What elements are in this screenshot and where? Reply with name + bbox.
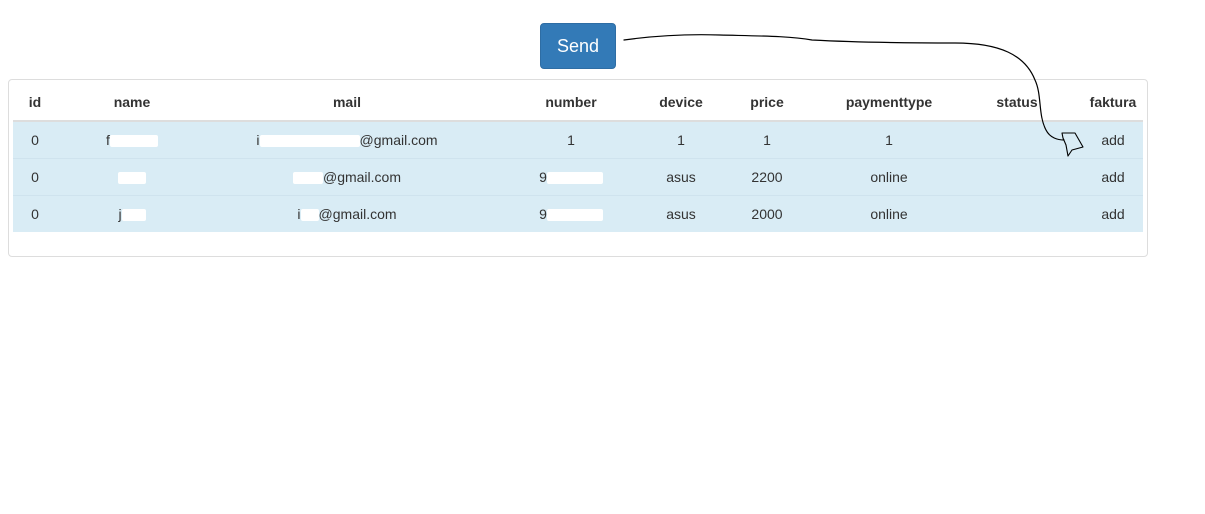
table-header-row: id name mail number device price payment… bbox=[13, 84, 1143, 122]
cell-mail-domain: @gmail.com bbox=[322, 169, 401, 185]
column-header-status[interactable]: status bbox=[951, 84, 1083, 122]
cell-status bbox=[951, 158, 1083, 196]
redaction-mask bbox=[300, 209, 319, 222]
column-header-name[interactable]: name bbox=[57, 84, 207, 122]
hand-drawn-arrow-annotation bbox=[623, 34, 1084, 157]
cell-id: 0 bbox=[13, 120, 57, 159]
column-header-number[interactable]: number bbox=[487, 84, 655, 122]
redaction-mask bbox=[109, 135, 158, 148]
redaction-mask bbox=[121, 209, 146, 222]
cell-price: 2200 bbox=[707, 158, 827, 196]
cell-price: 1 bbox=[707, 120, 827, 159]
cell-name: j bbox=[57, 195, 207, 232]
table-row: 0 @gmail.com 9 asus 2200 online add bbox=[13, 158, 1143, 196]
column-header-device[interactable]: device bbox=[655, 84, 707, 122]
column-header-faktura[interactable]: faktura bbox=[1083, 84, 1143, 122]
redaction-mask bbox=[259, 135, 360, 148]
column-header-paymenttype[interactable]: paymenttype bbox=[827, 84, 951, 122]
cell-mail: @gmail.com bbox=[207, 158, 487, 196]
add-link[interactable]: add bbox=[1083, 195, 1143, 232]
add-link[interactable]: add bbox=[1083, 120, 1143, 159]
column-header-price[interactable]: price bbox=[707, 84, 827, 122]
cell-number: 9 bbox=[487, 158, 655, 196]
cell-name bbox=[57, 158, 207, 196]
cell-mail-domain: @gmail.com bbox=[359, 132, 438, 148]
cell-id: 0 bbox=[13, 195, 57, 232]
cell-number-text: 9 bbox=[539, 169, 547, 185]
cell-paymenttype: online bbox=[827, 195, 951, 232]
cell-device: asus bbox=[655, 195, 707, 232]
table-row: 0 j i @gmail.com 9 asus 2000 online add bbox=[13, 195, 1143, 232]
redaction-mask bbox=[118, 172, 146, 185]
cell-name: f bbox=[57, 120, 207, 159]
cell-price: 2000 bbox=[707, 195, 827, 232]
redaction-mask bbox=[292, 172, 323, 185]
table-row: 0 f i @gmail.com 1 1 1 1 add bbox=[13, 120, 1143, 159]
cell-number: 1 bbox=[487, 120, 655, 159]
cell-status bbox=[951, 195, 1083, 232]
orders-panel: id name mail number device price payment… bbox=[8, 79, 1148, 257]
cell-number-text: 9 bbox=[539, 206, 547, 222]
cell-device: asus bbox=[655, 158, 707, 196]
cell-status bbox=[951, 120, 1083, 159]
cell-mail: i @gmail.com bbox=[207, 120, 487, 159]
cell-mail-domain: @gmail.com bbox=[318, 206, 397, 222]
orders-table: id name mail number device price payment… bbox=[13, 84, 1143, 232]
redaction-mask bbox=[546, 172, 603, 185]
cell-paymenttype: online bbox=[827, 158, 951, 196]
add-link[interactable]: add bbox=[1083, 158, 1143, 196]
cell-number: 9 bbox=[487, 195, 655, 232]
cell-device: 1 bbox=[655, 120, 707, 159]
redaction-mask bbox=[546, 209, 603, 222]
page: Send id name mail number device price pa… bbox=[0, 0, 1205, 514]
column-header-mail[interactable]: mail bbox=[207, 84, 487, 122]
column-header-id[interactable]: id bbox=[13, 84, 57, 122]
cell-mail: i @gmail.com bbox=[207, 195, 487, 232]
cell-id: 0 bbox=[13, 158, 57, 196]
cell-paymenttype: 1 bbox=[827, 120, 951, 159]
send-button[interactable]: Send bbox=[540, 23, 616, 69]
